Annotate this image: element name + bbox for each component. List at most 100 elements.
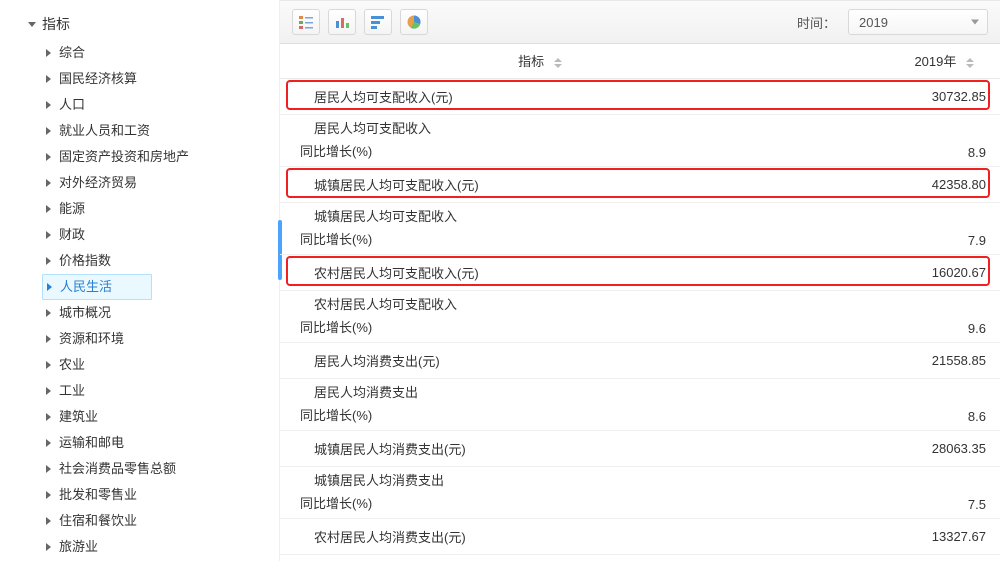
table-container[interactable]: 指标 2019年 居民人均可支配收入(元)30732.85 居民人均可支配收入同比… (280, 44, 1000, 561)
indicator-line1: 城镇居民人均可支配收入 (300, 206, 800, 225)
sidebar-item[interactable]: 价格指数 (46, 248, 279, 274)
sidebar-item-label: 人口 (59, 92, 85, 118)
caret-right-icon (46, 153, 51, 161)
sidebar-item-label: 财政 (59, 222, 85, 248)
sidebar-item[interactable]: 资源和环境 (46, 326, 279, 352)
chevron-down-icon (971, 20, 979, 25)
indicator-label: 城镇居民人均可支配收入(元) (314, 178, 479, 193)
table-row: 城镇居民人均消费支出同比增长(%)7.5 (280, 466, 1000, 518)
caret-right-icon (46, 101, 51, 109)
caret-right-icon (46, 517, 51, 525)
caret-right-icon (46, 127, 51, 135)
table-row: 农村居民人均可支配收入(元) 16020.67 (280, 254, 1000, 290)
caret-right-icon (46, 75, 51, 83)
indicator-label: 居民人均可支配收入(元) (314, 90, 453, 105)
indicator-cell: 城镇居民人均可支配收入同比增长(%) (280, 202, 800, 254)
table-row: 农村居民人均可支配收入同比增长(%) 9.6 (280, 290, 1000, 342)
table-row: 农村居民人均消费支出(元) 13327.67 (280, 518, 1000, 554)
indicator-cell: 居民人均可支配收入(元) (280, 78, 800, 114)
sidebar-item[interactable]: 就业人员和工资 (46, 118, 279, 144)
value-cell: 8.9 (800, 114, 1000, 166)
sort-icon (966, 58, 974, 68)
sidebar-item[interactable]: 国民经济核算 (46, 66, 279, 92)
sidebar-item[interactable]: 社会消费品零售总额 (46, 456, 279, 482)
indicator-cell: 城镇居民人均可支配收入(元) (280, 166, 800, 202)
sidebar-item[interactable]: 农业 (46, 352, 279, 378)
legend-toggle-button[interactable] (292, 9, 320, 35)
sidebar-item[interactable]: 住宿和餐饮业 (46, 508, 279, 534)
sidebar-item-label: 工业 (59, 378, 85, 404)
main-panel: 时间： 2019 指标 2019年 居民人均可支配收入(元)307 (280, 0, 1000, 561)
pie-chart-button[interactable] (400, 9, 428, 35)
caret-right-icon (46, 387, 51, 395)
sort-icon (554, 58, 562, 68)
value-label: 16020.67 (932, 265, 986, 280)
sidebar-item[interactable]: 对外经济贸易 (46, 170, 279, 196)
indicator-line1: 农村居民人均可支配收入 (300, 294, 800, 313)
value-cell: 21558.85 (800, 342, 1000, 378)
sidebar-item-label: 能源 (59, 196, 85, 222)
indicator-label: 居民人均消费支出(元) (314, 354, 440, 369)
sidebar-item[interactable]: 综合 (46, 40, 279, 66)
sidebar-item[interactable]: 财政 (46, 222, 279, 248)
indicator-cell: 农村居民人均消费支出(元) (280, 518, 800, 554)
indicator-line1: 居民人均可支配收入 (300, 118, 800, 137)
sidebar-item-label: 旅游业 (59, 534, 98, 560)
time-label: 时间： (797, 13, 836, 32)
sidebar-item[interactable]: 人口 (46, 92, 279, 118)
sidebar-item[interactable]: 固定资产投资和房地产 (46, 144, 279, 170)
table-row: 城镇居民人均消费支出(元)28063.35 (280, 430, 1000, 466)
value-label: 28063.35 (932, 441, 986, 456)
indicator-label: 农村居民人均可支配收入(元) (314, 266, 479, 281)
sidebar-item[interactable]: 能源 (46, 196, 279, 222)
table-row: 居民人均可支配收入(元)30732.85 (280, 78, 1000, 114)
sidebar-item[interactable]: 工业 (46, 378, 279, 404)
indicator-cell: 农村居民人均消费支出同比增长(%) (280, 554, 800, 561)
indicator-line1: 农村居民人均消费支出 (300, 558, 800, 561)
caret-right-icon (46, 361, 51, 369)
value-cell: 7.5 (800, 466, 1000, 518)
indicator-cell: 农村居民人均可支配收入同比增长(%) (280, 290, 800, 342)
header-indicator[interactable]: 指标 (280, 44, 800, 78)
value-label: 7.9 (968, 233, 986, 248)
caret-right-icon (46, 491, 51, 499)
sidebar-item[interactable]: 旅游业 (46, 534, 279, 560)
value-label: 13327.67 (932, 529, 986, 544)
bar-chart-button[interactable] (328, 9, 356, 35)
sidebar-item[interactable]: 批发和零售业 (46, 482, 279, 508)
caret-right-icon (47, 283, 52, 291)
indicator-cell: 城镇居民人均消费支出同比增长(%) (280, 466, 800, 518)
list-icon (298, 15, 314, 29)
toolbar: 时间： 2019 (280, 0, 1000, 44)
value-cell: 9.9 (800, 554, 1000, 561)
caret-right-icon (46, 179, 51, 187)
value-cell: 8.6 (800, 378, 1000, 430)
value-label: 9.6 (968, 321, 986, 336)
value-label: 21558.85 (932, 353, 986, 368)
sidebar-item[interactable]: 运输和邮电 (46, 430, 279, 456)
caret-right-icon (46, 465, 51, 473)
data-table: 指标 2019年 居民人均可支配收入(元)30732.85 居民人均可支配收入同比… (280, 44, 1000, 561)
sidebar-item[interactable]: 城市概况 (46, 300, 279, 326)
table-row: 居民人均消费支出(元) 21558.85 (280, 342, 1000, 378)
header-year-label: 2019年 (914, 54, 956, 69)
sidebar-tree[interactable]: 指标 综合国民经济核算人口就业人员和工资固定资产投资和房地产对外经济贸易能源财政… (0, 0, 280, 561)
sidebar-item-label: 人民生活 (60, 274, 112, 300)
indicator-line2: 同比增长(%) (300, 493, 800, 512)
table-row: 农村居民人均消费支出同比增长(%)9.9 (280, 554, 1000, 561)
header-year[interactable]: 2019年 (800, 44, 1000, 78)
tree-root[interactable]: 指标 (28, 10, 279, 40)
year-select[interactable]: 2019 (848, 9, 988, 35)
value-cell: 9.6 (800, 290, 1000, 342)
sidebar-item-label: 住宿和餐饮业 (59, 508, 137, 534)
sidebar-item[interactable]: 建筑业 (46, 404, 279, 430)
indicator-line2: 同比增长(%) (300, 317, 800, 336)
sidebar-item-label: 综合 (59, 40, 85, 66)
value-label: 8.6 (968, 409, 986, 424)
indicator-line2: 同比增长(%) (300, 141, 800, 160)
horizontal-bar-button[interactable] (364, 9, 392, 35)
tree-root-label: 指标 (42, 14, 70, 34)
sidebar-item[interactable]: 人民生活 (42, 274, 152, 300)
bar-chart-icon (334, 15, 350, 29)
caret-right-icon (46, 543, 51, 551)
